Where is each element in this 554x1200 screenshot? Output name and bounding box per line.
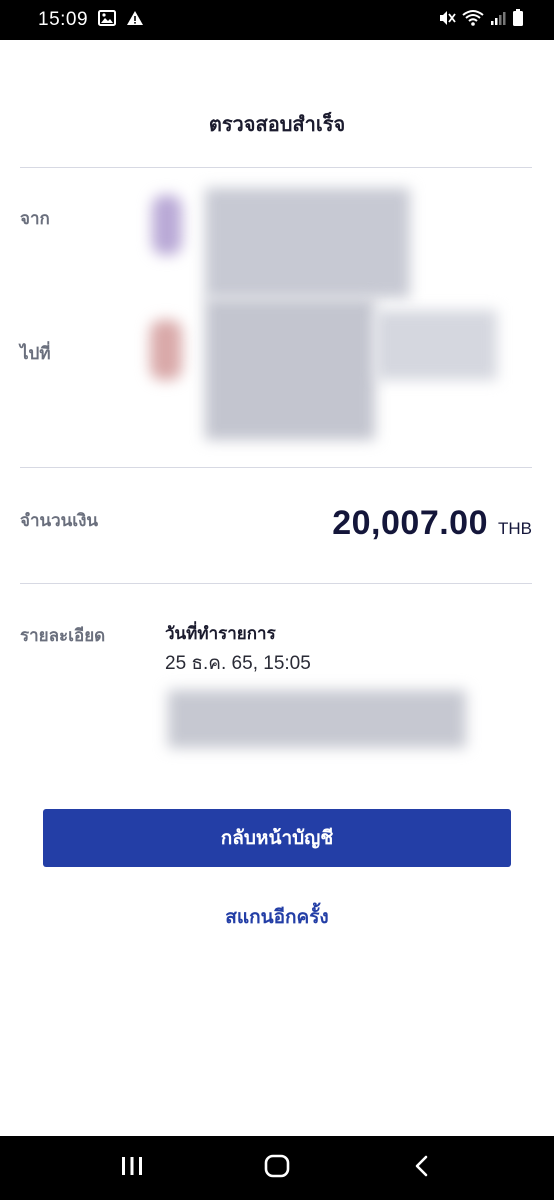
to-account-redacted xyxy=(205,298,375,440)
signal-icon xyxy=(490,10,506,30)
image-icon xyxy=(98,10,117,30)
transaction-date-value: 25 ธ.ค. 65, 15:05 xyxy=(165,653,311,674)
recent-apps-button[interactable] xyxy=(102,1143,162,1193)
page-title: ตรวจสอบสำเร็จ xyxy=(208,112,346,136)
to-avatar-redacted xyxy=(150,320,182,380)
screen: 15:09 ตรวจสอบสำเร็จ จาก ไปที่ จำนวนเงิน … xyxy=(0,0,554,1200)
status-bar: 15:09 xyxy=(0,0,554,40)
reference-redacted xyxy=(168,690,466,748)
amount-label: จำนวนเงิน xyxy=(20,511,99,531)
from-account-redacted xyxy=(205,188,410,298)
back-to-account-button[interactable]: กลับหน้าบัญชี xyxy=(43,809,511,867)
from-avatar-redacted xyxy=(152,195,182,255)
to-account-extra-redacted xyxy=(375,310,497,380)
mute-vibrate-icon xyxy=(438,9,456,31)
battery-icon xyxy=(512,9,524,31)
transaction-date-heading: วันที่ทำรายการ xyxy=(165,624,276,644)
amount-value: 20,007.00 xyxy=(332,504,488,542)
amount-display: 20,007.00 THB xyxy=(332,504,532,543)
recent-apps-icon xyxy=(120,1155,144,1181)
warning-icon xyxy=(126,10,144,30)
from-label: จาก xyxy=(20,209,50,229)
home-icon xyxy=(264,1154,290,1182)
divider xyxy=(20,467,532,468)
to-label: ไปที่ xyxy=(20,344,51,364)
back-button[interactable] xyxy=(392,1143,452,1193)
status-left: 15:09 xyxy=(38,9,144,31)
details-label: รายละเอียด xyxy=(20,626,106,646)
scan-again-link[interactable]: สแกนอีกครั้ง xyxy=(0,902,554,932)
status-time: 15:09 xyxy=(38,9,89,30)
wifi-icon xyxy=(462,9,484,31)
divider xyxy=(20,583,532,584)
home-button[interactable] xyxy=(247,1143,307,1193)
divider xyxy=(20,167,532,168)
status-right xyxy=(438,9,524,31)
back-icon xyxy=(414,1155,430,1181)
nav-bar xyxy=(0,1136,554,1200)
amount-currency: THB xyxy=(498,519,532,538)
